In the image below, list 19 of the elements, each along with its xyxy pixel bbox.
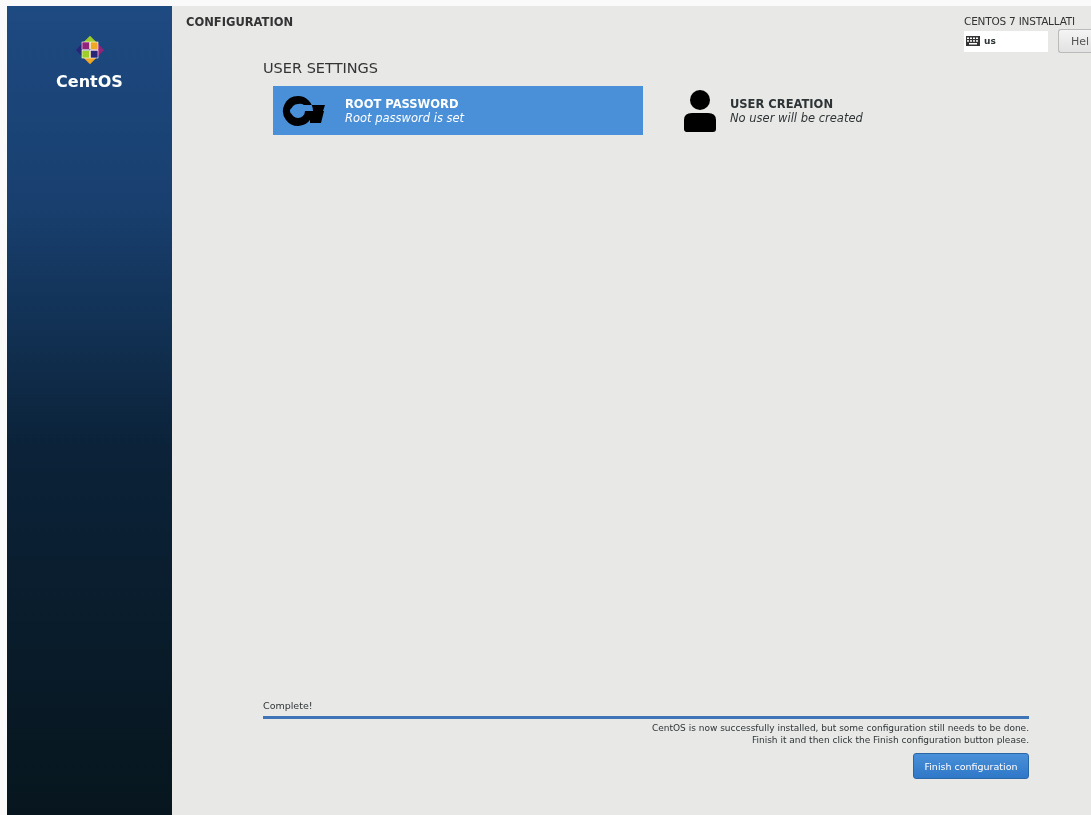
help-button[interactable]: Hel — [1058, 29, 1091, 53]
finish-configuration-button[interactable]: Finish configuration — [913, 753, 1029, 779]
brand-name: CentOS — [56, 72, 123, 91]
keyboard-layout: us — [984, 36, 996, 46]
page-title: CONFIGURATION — [186, 15, 294, 31]
status-message: CentOS is now successfully installed, but some configuration still needs to be done. — [651, 723, 1029, 733]
user-icon — [684, 89, 716, 132]
keyboard-layout-field[interactable]: us — [964, 30, 1048, 52]
progress-label: Complete! — [263, 700, 314, 711]
section-heading: USER SETTINGS — [263, 60, 380, 76]
product-title: CENTOS 7 INSTALLATI — [964, 15, 1076, 27]
spoke-title: USER CREATION — [730, 96, 835, 111]
settings-spoke[interactable]: ROOT PASSWORD Root password is set — [273, 86, 643, 135]
spoke-title: ROOT PASSWORD — [345, 96, 460, 111]
status-message: Finish it and then click the Finish configuration button please. — [750, 735, 1029, 745]
settings-spoke[interactable]: USER CREATION No user will be created — [676, 86, 1046, 135]
keyboard-icon — [966, 36, 980, 46]
spoke-status: No user will be created — [730, 110, 863, 125]
spoke-status: Root password is set — [345, 110, 465, 125]
